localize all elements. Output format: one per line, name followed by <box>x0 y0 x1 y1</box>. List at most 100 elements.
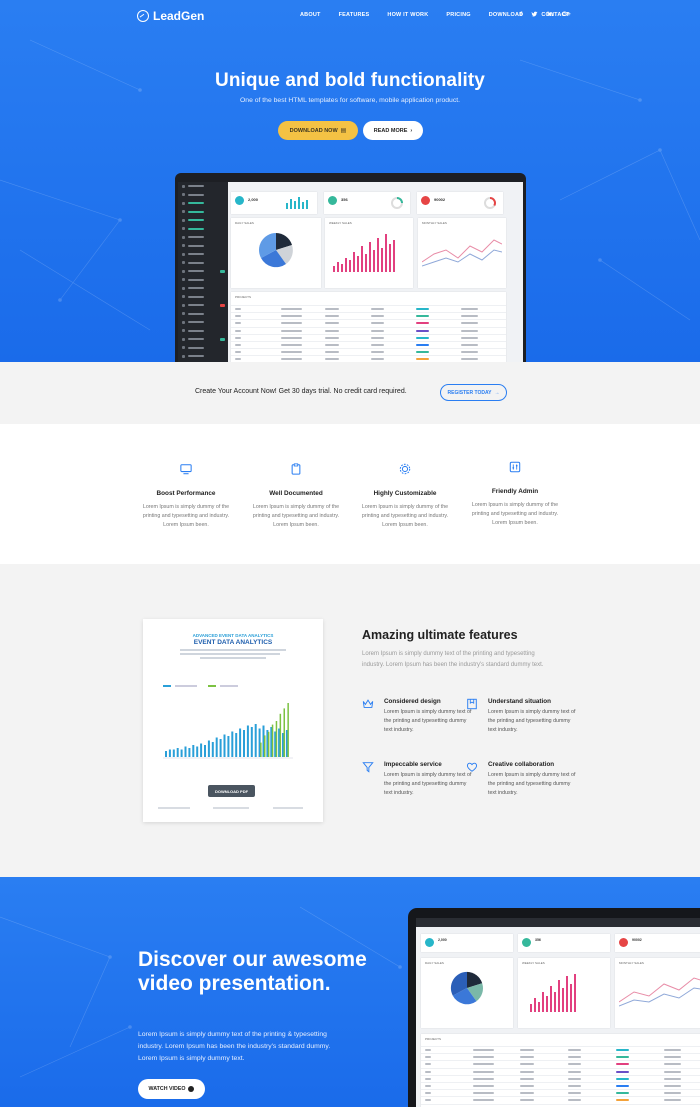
table-row[interactable] <box>421 1081 700 1089</box>
sidebar-item-icon <box>182 227 185 231</box>
table-row[interactable] <box>421 1074 700 1082</box>
video-desc: Lorem Ipsum is simply dummy text of the … <box>138 1031 331 1062</box>
feature-desc: Lorem Ipsum is simply dummy text of the … <box>488 772 576 796</box>
table-row[interactable] <box>421 1046 700 1053</box>
projects-table: PROJECTS <box>231 292 506 362</box>
table-row[interactable] <box>231 348 506 355</box>
download-pdf-label: DOWNLOAD PDF <box>214 788 249 794</box>
table-cell <box>461 308 479 311</box>
table-cell <box>461 336 479 339</box>
table-cell <box>663 1070 681 1073</box>
table-row[interactable] <box>421 1053 700 1060</box>
arrow-right-icon: → <box>494 389 500 396</box>
read-more-button[interactable]: READ MORE › <box>363 121 423 140</box>
sidebar-nav-item[interactable] <box>178 344 228 353</box>
facebook-icon[interactable]: f <box>520 11 522 20</box>
table-row[interactable] <box>421 1103 700 1107</box>
report-bar <box>172 749 175 757</box>
report-bar <box>243 730 245 757</box>
twitter-icon[interactable] <box>531 11 538 20</box>
feature-title: Impeccable service <box>384 761 442 768</box>
table-row[interactable] <box>231 312 506 319</box>
report-bar <box>227 736 230 757</box>
sidebar-nav-item[interactable] <box>178 225 228 234</box>
table-row[interactable] <box>231 326 506 334</box>
google-plus-icon[interactable]: G+ <box>562 11 571 20</box>
feature-highly-customizable: Highly Customizable Lorem Ipsum is simpl… <box>355 463 455 530</box>
table-row[interactable] <box>421 1089 700 1096</box>
table-cell <box>280 322 302 325</box>
sidebar-nav-item[interactable] <box>178 284 228 293</box>
sidebar-item-icon <box>182 295 185 299</box>
table-row[interactable] <box>421 1067 700 1075</box>
report-bar <box>165 751 167 757</box>
sidebar-nav-item[interactable] <box>178 318 228 327</box>
nav-item-features[interactable]: FEATURES <box>339 12 370 18</box>
table-row[interactable] <box>231 319 506 326</box>
sidebar-nav-item[interactable] <box>178 182 228 191</box>
sidebar-nav-item[interactable] <box>178 327 228 336</box>
kpi-value: 2,000 <box>248 197 259 202</box>
sidebar-nav-item[interactable] <box>178 242 228 251</box>
status-tag <box>615 1049 630 1052</box>
sidebar-nav-item[interactable] <box>178 208 228 217</box>
status-tag <box>415 358 430 361</box>
table-cell <box>473 1092 495 1095</box>
sidebar-nav-item[interactable] <box>178 191 228 200</box>
sidebar-item-label <box>188 278 204 281</box>
sidebar-nav-item[interactable] <box>178 335 228 344</box>
sidebar-nav-item[interactable] <box>178 250 228 259</box>
download-now-button[interactable]: DOWNLOAD NOW ▤ <box>278 121 358 140</box>
panel-title: MONTHLY SALES <box>422 221 447 225</box>
report-bar <box>176 748 179 757</box>
table-row[interactable] <box>231 340 506 348</box>
nav-item-about[interactable]: ABOUT <box>300 12 321 18</box>
table-row[interactable] <box>231 333 506 341</box>
feature-desc: Lorem Ipsum is simply dummy text of the … <box>384 709 472 733</box>
nav-item-pricing[interactable]: PRICING <box>446 12 470 18</box>
sidebar-nav-item[interactable] <box>178 233 228 242</box>
nav-item-how-it-work[interactable]: HOW IT WORK <box>387 12 428 18</box>
sidebar-nav-item[interactable] <box>178 199 228 208</box>
table-cell <box>461 315 479 318</box>
table-row[interactable] <box>231 305 506 312</box>
sidebar-nav-item[interactable] <box>178 259 228 268</box>
feature-well-documented: Well Documented Lorem Ipsum is simply du… <box>246 463 346 530</box>
status-tag <box>415 308 430 311</box>
brand-name: LeadGen <box>153 9 205 23</box>
sidebar-nav-item[interactable] <box>178 276 228 285</box>
watch-video-button[interactable]: WATCH VIDEO <box>138 1079 205 1099</box>
download-pdf-button[interactable]: DOWNLOAD PDF <box>208 785 255 797</box>
sidebar-nav-item[interactable] <box>178 301 228 310</box>
status-tag <box>415 315 430 318</box>
feature-desc: Lorem Ipsum is simply dummy of the print… <box>252 504 340 528</box>
sidebar-item-icon <box>182 286 185 290</box>
sidebar-item-label <box>188 329 204 332</box>
linkedin-icon[interactable]: in <box>547 11 553 20</box>
pie-chart <box>259 233 293 268</box>
sidebar-nav-item[interactable] <box>178 267 228 276</box>
sidebar-nav-item[interactable] <box>178 293 228 302</box>
panel-title: MONTHLY SALES <box>619 961 644 965</box>
sidebar-nav-item[interactable] <box>178 352 228 361</box>
panel-title: DAILY SALES <box>425 961 444 965</box>
report-bar <box>211 742 214 757</box>
table-row[interactable] <box>421 1060 700 1067</box>
table-cell <box>520 1063 534 1066</box>
hero-title: Unique and bold functionality <box>215 70 485 91</box>
nav-item-download[interactable]: DOWNLOAD <box>489 12 524 18</box>
sidebar-item-icon <box>182 337 185 341</box>
table-row[interactable] <box>421 1096 700 1103</box>
status-tag <box>615 1099 630 1102</box>
table-cell <box>235 344 241 347</box>
table-row[interactable] <box>231 355 506 362</box>
brand-logo[interactable]: LeadGen <box>137 9 204 23</box>
register-today-button[interactable]: REGISTER TODAY → <box>440 384 507 401</box>
table-cell <box>425 1070 431 1073</box>
monthly-sales-panel: MONTHLY SALES <box>418 218 506 288</box>
report-bar <box>196 746 199 757</box>
sidebar-nav-item[interactable] <box>178 216 228 225</box>
sidebar-nav-item[interactable] <box>178 310 228 319</box>
table-cell <box>663 1085 681 1088</box>
table-cell <box>461 322 479 325</box>
